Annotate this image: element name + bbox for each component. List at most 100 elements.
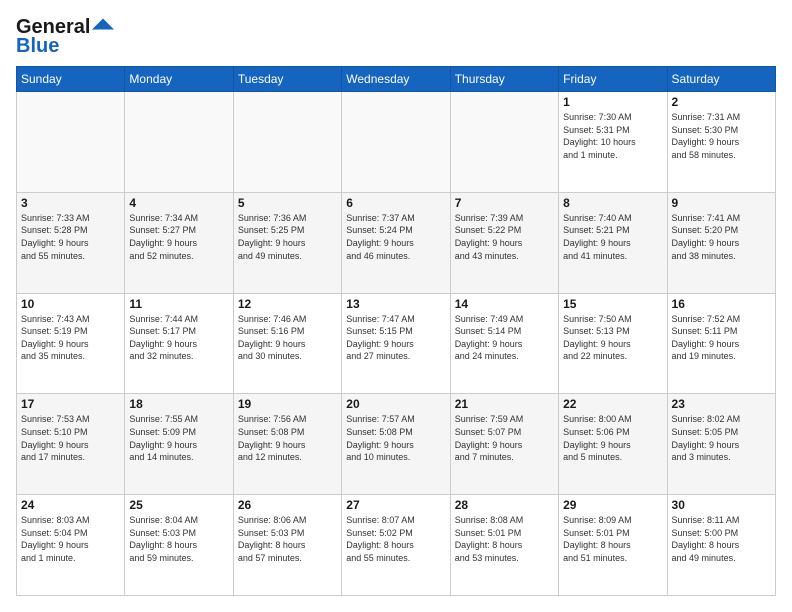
calendar-cell: 4 Sunrise: 7:34 AM Sunset: 5:27 PM Daylig… xyxy=(125,192,233,293)
day-number: 5 xyxy=(238,196,337,210)
calendar-cell: 17 Sunrise: 7:53 AM Sunset: 5:10 PM Dayli… xyxy=(17,394,125,495)
calendar-cell: 14 Sunrise: 7:49 AM Sunset: 5:14 PM Dayli… xyxy=(450,293,558,394)
calendar-cell: 21 Sunrise: 7:59 AM Sunset: 5:07 PM Dayli… xyxy=(450,394,558,495)
weekday-header-thursday: Thursday xyxy=(450,67,558,92)
day-info: Sunrise: 8:06 AM Sunset: 5:03 PM Dayligh… xyxy=(238,514,337,564)
calendar-cell: 10 Sunrise: 7:43 AM Sunset: 5:19 PM Dayli… xyxy=(17,293,125,394)
day-number: 20 xyxy=(346,397,445,411)
day-number: 21 xyxy=(455,397,554,411)
day-info: Sunrise: 7:49 AM Sunset: 5:14 PM Dayligh… xyxy=(455,313,554,363)
day-number: 18 xyxy=(129,397,228,411)
calendar-cell: 22 Sunrise: 8:00 AM Sunset: 5:06 PM Dayli… xyxy=(559,394,667,495)
day-info: Sunrise: 7:33 AM Sunset: 5:28 PM Dayligh… xyxy=(21,212,120,262)
day-number: 9 xyxy=(672,196,771,210)
day-info: Sunrise: 7:30 AM Sunset: 5:31 PM Dayligh… xyxy=(563,111,662,161)
day-info: Sunrise: 7:57 AM Sunset: 5:08 PM Dayligh… xyxy=(346,413,445,463)
day-number: 28 xyxy=(455,498,554,512)
day-info: Sunrise: 7:34 AM Sunset: 5:27 PM Dayligh… xyxy=(129,212,228,262)
day-info: Sunrise: 7:59 AM Sunset: 5:07 PM Dayligh… xyxy=(455,413,554,463)
day-number: 23 xyxy=(672,397,771,411)
day-info: Sunrise: 7:31 AM Sunset: 5:30 PM Dayligh… xyxy=(672,111,771,161)
day-info: Sunrise: 8:11 AM Sunset: 5:00 PM Dayligh… xyxy=(672,514,771,564)
calendar-cell: 16Sunrise: 7:52 AM Sunset: 5:11 PM Dayli… xyxy=(667,293,775,394)
day-number: 24 xyxy=(21,498,120,512)
day-number: 29 xyxy=(563,498,662,512)
weekday-header-wednesday: Wednesday xyxy=(342,67,450,92)
day-number: 30 xyxy=(672,498,771,512)
calendar-cell: 28 Sunrise: 8:08 AM Sunset: 5:01 PM Dayli… xyxy=(450,495,558,596)
calendar-cell: 24Sunrise: 8:03 AM Sunset: 5:04 PM Dayli… xyxy=(17,495,125,596)
week-row-3: 10 Sunrise: 7:43 AM Sunset: 5:19 PM Dayli… xyxy=(17,293,776,394)
day-info: Sunrise: 7:55 AM Sunset: 5:09 PM Dayligh… xyxy=(129,413,228,463)
day-number: 4 xyxy=(129,196,228,210)
day-info: Sunrise: 7:47 AM Sunset: 5:15 PM Dayligh… xyxy=(346,313,445,363)
week-row-4: 17 Sunrise: 7:53 AM Sunset: 5:10 PM Dayli… xyxy=(17,394,776,495)
calendar-cell: 18 Sunrise: 7:55 AM Sunset: 5:09 PM Dayli… xyxy=(125,394,233,495)
day-info: Sunrise: 7:40 AM Sunset: 5:21 PM Dayligh… xyxy=(563,212,662,262)
day-number: 6 xyxy=(346,196,445,210)
day-info: Sunrise: 7:37 AM Sunset: 5:24 PM Dayligh… xyxy=(346,212,445,262)
day-info: Sunrise: 7:53 AM Sunset: 5:10 PM Dayligh… xyxy=(21,413,120,463)
calendar-cell: 19 Sunrise: 7:56 AM Sunset: 5:08 PM Dayli… xyxy=(233,394,341,495)
day-info: Sunrise: 7:46 AM Sunset: 5:16 PM Dayligh… xyxy=(238,313,337,363)
calendar-cell: 27 Sunrise: 8:07 AM Sunset: 5:02 PM Dayli… xyxy=(342,495,450,596)
weekday-header-monday: Monday xyxy=(125,67,233,92)
calendar: SundayMondayTuesdayWednesdayThursdayFrid… xyxy=(16,66,776,596)
day-info: Sunrise: 8:00 AM Sunset: 5:06 PM Dayligh… xyxy=(563,413,662,463)
day-number: 1 xyxy=(563,95,662,109)
calendar-cell xyxy=(450,92,558,193)
calendar-cell: 15 Sunrise: 7:50 AM Sunset: 5:13 PM Dayli… xyxy=(559,293,667,394)
calendar-cell: 20 Sunrise: 7:57 AM Sunset: 5:08 PM Dayli… xyxy=(342,394,450,495)
calendar-cell: 13Sunrise: 7:47 AM Sunset: 5:15 PM Dayli… xyxy=(342,293,450,394)
day-number: 15 xyxy=(563,297,662,311)
weekday-header-saturday: Saturday xyxy=(667,67,775,92)
calendar-cell: 11Sunrise: 7:44 AM Sunset: 5:17 PM Dayli… xyxy=(125,293,233,394)
calendar-cell xyxy=(125,92,233,193)
weekday-header-row: SundayMondayTuesdayWednesdayThursdayFrid… xyxy=(17,67,776,92)
day-info: Sunrise: 7:56 AM Sunset: 5:08 PM Dayligh… xyxy=(238,413,337,463)
calendar-cell: 5Sunrise: 7:36 AM Sunset: 5:25 PM Daylig… xyxy=(233,192,341,293)
day-number: 27 xyxy=(346,498,445,512)
day-info: Sunrise: 7:52 AM Sunset: 5:11 PM Dayligh… xyxy=(672,313,771,363)
calendar-cell: 9 Sunrise: 7:41 AM Sunset: 5:20 PM Daylig… xyxy=(667,192,775,293)
day-info: Sunrise: 8:08 AM Sunset: 5:01 PM Dayligh… xyxy=(455,514,554,564)
calendar-cell xyxy=(17,92,125,193)
day-number: 12 xyxy=(238,297,337,311)
header: General Blue xyxy=(16,16,776,58)
day-info: Sunrise: 7:50 AM Sunset: 5:13 PM Dayligh… xyxy=(563,313,662,363)
week-row-1: 1 Sunrise: 7:30 AM Sunset: 5:31 PM Daylig… xyxy=(17,92,776,193)
day-number: 3 xyxy=(21,196,120,210)
day-info: Sunrise: 7:39 AM Sunset: 5:22 PM Dayligh… xyxy=(455,212,554,262)
day-number: 14 xyxy=(455,297,554,311)
day-info: Sunrise: 8:04 AM Sunset: 5:03 PM Dayligh… xyxy=(129,514,228,564)
calendar-cell: 25 Sunrise: 8:04 AM Sunset: 5:03 PM Dayli… xyxy=(125,495,233,596)
day-info: Sunrise: 7:41 AM Sunset: 5:20 PM Dayligh… xyxy=(672,212,771,262)
calendar-cell: 12 Sunrise: 7:46 AM Sunset: 5:16 PM Dayli… xyxy=(233,293,341,394)
day-info: Sunrise: 7:43 AM Sunset: 5:19 PM Dayligh… xyxy=(21,313,120,363)
calendar-cell: 3 Sunrise: 7:33 AM Sunset: 5:28 PM Daylig… xyxy=(17,192,125,293)
weekday-header-friday: Friday xyxy=(559,67,667,92)
calendar-cell: 7Sunrise: 7:39 AM Sunset: 5:22 PM Daylig… xyxy=(450,192,558,293)
calendar-cell: 23Sunrise: 8:02 AM Sunset: 5:05 PM Dayli… xyxy=(667,394,775,495)
calendar-cell xyxy=(342,92,450,193)
day-number: 26 xyxy=(238,498,337,512)
day-number: 25 xyxy=(129,498,228,512)
calendar-cell: 29 Sunrise: 8:09 AM Sunset: 5:01 PM Dayli… xyxy=(559,495,667,596)
weekday-header-tuesday: Tuesday xyxy=(233,67,341,92)
calendar-cell xyxy=(233,92,341,193)
day-number: 19 xyxy=(238,397,337,411)
calendar-cell: 30 Sunrise: 8:11 AM Sunset: 5:00 PM Dayli… xyxy=(667,495,775,596)
day-number: 11 xyxy=(129,297,228,311)
day-info: Sunrise: 8:07 AM Sunset: 5:02 PM Dayligh… xyxy=(346,514,445,564)
day-number: 8 xyxy=(563,196,662,210)
logo-icon xyxy=(92,17,114,31)
day-info: Sunrise: 8:09 AM Sunset: 5:01 PM Dayligh… xyxy=(563,514,662,564)
week-row-2: 3 Sunrise: 7:33 AM Sunset: 5:28 PM Daylig… xyxy=(17,192,776,293)
calendar-cell: 2 Sunrise: 7:31 AM Sunset: 5:30 PM Daylig… xyxy=(667,92,775,193)
day-number: 17 xyxy=(21,397,120,411)
day-number: 22 xyxy=(563,397,662,411)
calendar-cell: 8 Sunrise: 7:40 AM Sunset: 5:21 PM Daylig… xyxy=(559,192,667,293)
day-number: 2 xyxy=(672,95,771,109)
day-number: 10 xyxy=(21,297,120,311)
calendar-cell: 26 Sunrise: 8:06 AM Sunset: 5:03 PM Dayli… xyxy=(233,495,341,596)
